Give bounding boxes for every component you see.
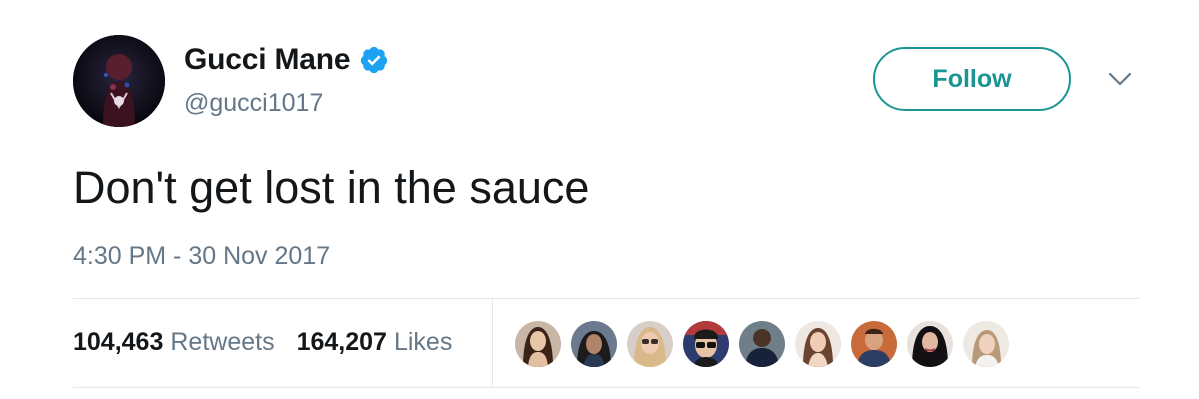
liker-avatar-9[interactable] (963, 321, 1009, 367)
author-avatar[interactable] (73, 35, 165, 127)
stats-divider-top (73, 298, 1139, 299)
likes-label: Likes (393, 328, 453, 356)
likes-stat[interactable]: 164,207 Likes (297, 326, 453, 358)
tweet-stats: 104,463 Retweets 164,207 Likes (73, 326, 474, 358)
liker-avatar-4[interactable] (683, 321, 729, 367)
retweets-label: Retweets (170, 328, 275, 356)
follow-button[interactable]: Follow (873, 47, 1071, 111)
liker-avatar-5[interactable] (739, 321, 785, 367)
author-name-row: Gucci Mane (184, 40, 389, 80)
retweets-stat[interactable]: 104,463 Retweets (73, 326, 275, 358)
author-name[interactable]: Gucci Mane (184, 40, 351, 80)
verified-badge-icon (359, 45, 389, 75)
liker-avatar-8[interactable] (907, 321, 953, 367)
liker-avatar-1[interactable] (515, 321, 561, 367)
liker-avatar-6[interactable] (795, 321, 841, 367)
stats-divider-bottom (73, 387, 1139, 388)
liker-avatar-3[interactable] (627, 321, 673, 367)
liker-avatars (515, 321, 1019, 367)
tweet-timestamp[interactable]: 4:30 PM - 30 Nov 2017 (73, 240, 330, 272)
liker-avatar-7[interactable] (851, 321, 897, 367)
liker-avatar-2[interactable] (571, 321, 617, 367)
likes-count: 164,207 (296, 328, 387, 356)
chevron-down-icon[interactable] (1107, 70, 1133, 88)
tweet-text: Don't get lost in the sauce (73, 162, 590, 213)
retweets-count: 104,463 (73, 328, 164, 356)
stats-vertical-divider (492, 299, 493, 387)
author-handle[interactable]: @gucci1017 (184, 87, 323, 119)
